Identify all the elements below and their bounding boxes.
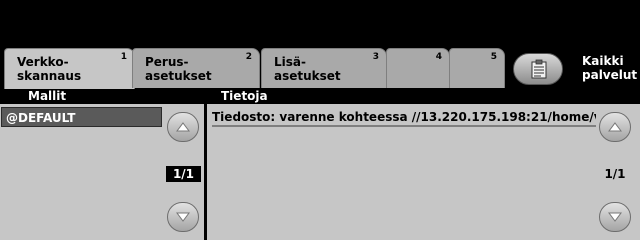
arrow-up-icon — [176, 122, 190, 132]
info-header: Tietoja — [207, 89, 640, 104]
info-scroll-up-button[interactable] — [599, 112, 631, 142]
tab-number: 4 — [435, 52, 442, 62]
templates-page-counter: 1/1 — [166, 166, 201, 182]
templates-scroll-up-button[interactable] — [167, 112, 199, 142]
clipboard-icon — [531, 59, 547, 79]
info-scroll-down-button[interactable] — [599, 202, 631, 232]
scan-screen: Verkko- skannaus 1 Perus- asetukset 2 Li… — [0, 0, 640, 240]
tab-number: 1 — [120, 52, 127, 62]
tab-label: Perus- asetukset — [145, 55, 212, 83]
all-services-button[interactable] — [513, 53, 563, 85]
info-page-counter: 1/1 — [604, 167, 626, 181]
all-services-label: Kaikki palvelut — [582, 54, 638, 82]
content-panel: Mallit Tietoja @DEFAULT Tiedosto: varenn… — [0, 89, 640, 240]
info-line: Tiedosto: varenne kohteessa //13.220.175… — [212, 107, 596, 127]
tab-advanced-settings[interactable]: Lisä- asetukset 3 — [261, 48, 387, 88]
arrow-down-icon — [608, 212, 622, 222]
tab-number: 5 — [490, 52, 497, 62]
template-item-default[interactable]: @DEFAULT — [1, 107, 162, 127]
tab-4[interactable]: 4 — [386, 48, 450, 88]
tab-label: Lisä- asetukset — [274, 55, 341, 83]
templates-scroll-down-button[interactable] — [167, 202, 199, 232]
tab-basic-settings[interactable]: Perus- asetukset 2 — [132, 48, 260, 88]
tab-number: 2 — [245, 52, 252, 62]
column-divider — [204, 89, 207, 240]
arrow-up-icon — [608, 122, 622, 132]
tab-network-scanning[interactable]: Verkko- skannaus 1 — [4, 48, 135, 90]
tab-number: 3 — [372, 52, 379, 62]
tab-5[interactable]: 5 — [449, 48, 505, 88]
tab-label: Verkko- skannaus — [17, 55, 82, 83]
arrow-down-icon — [176, 212, 190, 222]
templates-header: Mallit — [0, 89, 204, 104]
